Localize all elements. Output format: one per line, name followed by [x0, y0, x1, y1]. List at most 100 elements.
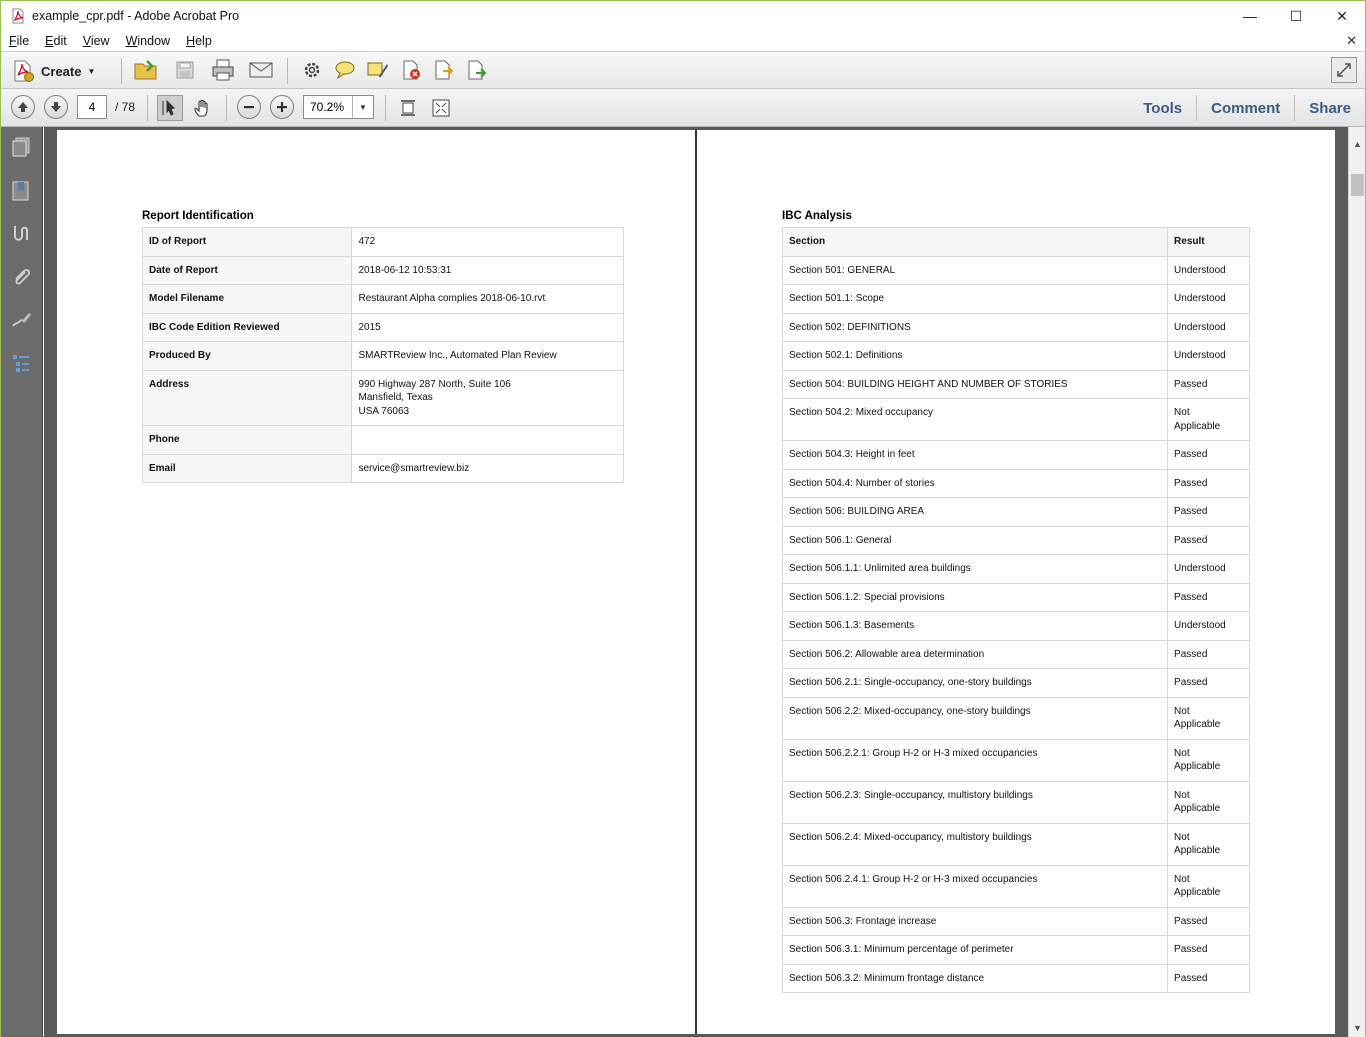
table-row: Section 506.1.1: Unlimited area building…	[781, 554, 1250, 584]
fit-page-icon[interactable]	[395, 95, 421, 121]
save-icon[interactable]	[172, 57, 198, 83]
table-row: IBC Code Edition Reviewed 2015	[141, 312, 624, 342]
table-row: Section 501.1: Scope Understood	[781, 284, 1250, 314]
table-row: Address 990 Highway 287 North, Suite 106 …	[141, 369, 624, 426]
report-field-label: Address	[141, 369, 353, 426]
ibc-result-cell: Passed	[1167, 668, 1250, 698]
report-field-value	[351, 425, 624, 455]
column-header-result: Result	[1167, 227, 1250, 257]
previous-page-button[interactable]	[11, 95, 35, 119]
vertical-scrollbar[interactable]: ▲ ▼	[1348, 127, 1365, 1037]
export-icon[interactable]	[431, 57, 457, 83]
create-button[interactable]: Create ▼	[11, 57, 95, 85]
ibc-section-cell: Section 506: BUILDING AREA	[781, 497, 1169, 527]
scrollbar-thumb[interactable]	[1351, 174, 1364, 196]
table-row: Section 504.4: Number of stories Passed	[781, 468, 1250, 498]
hand-tool-icon[interactable]	[190, 95, 216, 121]
layers-icon[interactable]	[9, 351, 33, 375]
menu-file-label: ile	[16, 34, 30, 48]
ibc-result-cell: Understood	[1167, 312, 1250, 342]
gear-icon[interactable]	[299, 57, 325, 83]
ibc-result-cell: Passed	[1167, 468, 1250, 498]
zoom-in-button[interactable]	[270, 95, 294, 119]
table-row: Section 504: BUILDING HEIGHT AND NUMBER …	[781, 369, 1250, 399]
zoom-select[interactable]: ▼	[303, 95, 374, 119]
document-view[interactable]: Report Identification ID of Report 472 Dat…	[44, 127, 1348, 1037]
table-row: Section 506.2.4: Mixed-occupancy, multis…	[781, 822, 1250, 866]
table-row: Section 504.3: Height in feet Passed	[781, 440, 1250, 470]
menu-help-label: elp	[195, 34, 212, 48]
ibc-section-cell: Section 504: BUILDING HEIGHT AND NUMBER …	[781, 369, 1169, 399]
fit-width-icon[interactable]	[428, 95, 454, 121]
table-row: Section 506.2.2: Mixed-occupancy, one-st…	[781, 696, 1250, 740]
menu-view[interactable]: View	[75, 34, 118, 48]
toolbar-separator	[287, 58, 288, 84]
ibc-result-cell: Passed	[1167, 525, 1250, 555]
pages-icon[interactable]	[9, 135, 33, 159]
task-pane-links: Tools Comment Share	[1129, 89, 1365, 127]
ibc-section-cell: Section 501: GENERAL	[781, 255, 1169, 285]
maximize-button[interactable]: ☐	[1273, 1, 1319, 31]
zoom-out-button[interactable]	[237, 95, 261, 119]
open-folder-icon[interactable]	[133, 57, 159, 83]
toolbar-separator	[147, 95, 148, 121]
acrobat-window: example_cpr.pdf - Adobe Acrobat Pro — ☐ …	[0, 0, 1366, 1037]
menu-bar: File Edit View Window Help ✕	[1, 31, 1365, 51]
menu-window[interactable]: Window	[118, 34, 178, 48]
attachments-icon[interactable]	[9, 265, 33, 289]
table-row: Email service@smartreview.biz	[141, 453, 624, 483]
menu-file[interactable]: File	[1, 34, 37, 48]
ibc-result-cell: Not Applicable	[1167, 822, 1250, 866]
ibc-result-cell: Passed	[1167, 935, 1250, 965]
ibc-section-cell: Section 506.2: Allowable area determinat…	[781, 639, 1169, 669]
table-row: Section 502: DEFINITIONS Understood	[781, 312, 1250, 342]
menu-edit-key: E	[45, 34, 54, 48]
ibc-result-cell: Passed	[1167, 906, 1250, 936]
ibc-section-cell: Section 506.3.1: Minimum percentage of p…	[781, 935, 1169, 965]
ibc-table: Section Result Section 501: GENERAL Under…	[781, 227, 1250, 993]
minimize-button[interactable]: —	[1227, 1, 1273, 31]
report-field-value: Restaurant Alpha complies 2018-06-10.rvt	[351, 284, 624, 314]
share-link[interactable]: Share	[1295, 89, 1365, 127]
menu-file-key: F	[9, 34, 17, 48]
ibc-section-cell: Section 506.3: Frontage increase	[781, 906, 1169, 936]
table-row: Section 506.1.2: Special provisions Passe…	[781, 582, 1250, 612]
delete-pages-icon[interactable]	[398, 57, 424, 83]
comment-icon[interactable]	[332, 57, 358, 83]
print-icon[interactable]	[210, 57, 236, 83]
navigation-toolbar: / 78 ▼ Tools Comment	[1, 89, 1365, 127]
ibc-section-cell: Section 506.1.3: Basements	[781, 611, 1169, 641]
select-tool-button[interactable]	[157, 95, 183, 121]
full-screen-button[interactable]	[1331, 57, 1357, 83]
report-field-value: service@smartreview.biz	[351, 453, 624, 483]
table-row: Section 506.2.1: Single-occupancy, one-s…	[781, 668, 1250, 698]
email-icon[interactable]	[248, 57, 274, 83]
page-number-input[interactable]	[77, 95, 107, 119]
chevron-down-icon[interactable]: ▼	[352, 96, 373, 118]
next-page-button[interactable]	[44, 95, 68, 119]
scroll-down-icon[interactable]: ▼	[1349, 1019, 1366, 1036]
ibc-result-cell: Passed	[1167, 582, 1250, 612]
arrow-down-icon	[51, 102, 61, 112]
highlight-icon[interactable]	[365, 57, 391, 83]
window-controls: — ☐ ✕	[1227, 1, 1365, 31]
edit-sign-icon[interactable]	[9, 308, 33, 332]
close-document-button[interactable]: ✕	[1346, 33, 1357, 49]
menu-edit[interactable]: Edit	[37, 34, 75, 48]
tools-link[interactable]: Tools	[1129, 89, 1196, 127]
zoom-input[interactable]	[304, 96, 352, 118]
report-field-value: 472	[351, 227, 624, 257]
signatures-icon[interactable]	[9, 222, 33, 246]
ibc-header-row: Section Result	[781, 227, 1250, 257]
menu-help[interactable]: Help	[178, 34, 220, 48]
bookmarks-icon[interactable]	[9, 179, 33, 203]
pdf-file-icon	[12, 8, 24, 24]
table-row: Section 506.2.3: Single-occupancy, multi…	[781, 780, 1250, 824]
close-button[interactable]: ✕	[1319, 1, 1365, 31]
scroll-up-icon[interactable]: ▲	[1349, 135, 1366, 152]
report-field-value: 2015	[351, 312, 624, 342]
pdf-page-right: IBC Analysis Section Result Section 501:…	[697, 130, 1335, 1034]
share-file-icon[interactable]	[464, 57, 490, 83]
comment-link[interactable]: Comment	[1197, 89, 1294, 127]
title-bar: example_cpr.pdf - Adobe Acrobat Pro — ☐ …	[1, 1, 1365, 31]
